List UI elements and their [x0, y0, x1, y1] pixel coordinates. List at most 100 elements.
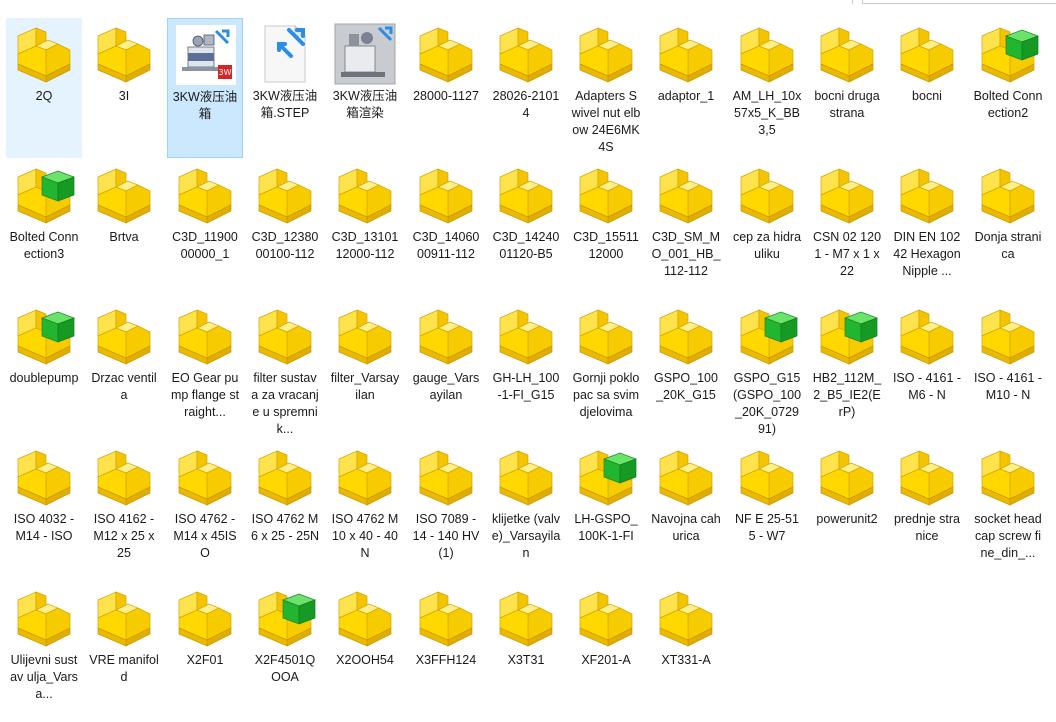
- solidworks-part-icon: [247, 300, 323, 372]
- solidworks-part-icon: [6, 582, 82, 654]
- solidworks-part-icon: [889, 18, 965, 90]
- file-item[interactable]: HB2_112M_2_B5_IE2(ErP): [809, 300, 885, 440]
- file-name-label: C3D_SM_MO_001_HB_112-112: [651, 230, 721, 278]
- file-name-label: powerunit2: [816, 512, 878, 526]
- file-item[interactable]: DIN EN 10242 Hexagon Nipple ...: [889, 159, 965, 299]
- file-item[interactable]: Ulijevni sustav ulja_Varsa...: [6, 582, 82, 722]
- solidworks-part-icon: [86, 159, 162, 231]
- solidworks-assembly-icon: [6, 300, 82, 372]
- file-item[interactable]: ISO 4762 M10 x 40 - 40N: [327, 441, 403, 581]
- file-item[interactable]: ISO 4032 - M14 - ISO: [6, 441, 82, 581]
- file-name-label: 3I: [118, 89, 130, 103]
- file-name-label: prednje stranice: [893, 512, 960, 543]
- file-item[interactable]: C3D_SM_MO_001_HB_112-112: [648, 159, 724, 299]
- file-name-label: C3D_1238000100-112: [251, 230, 319, 261]
- file-item[interactable]: Adapters Swivel nut elbow 24E6MK4S: [568, 18, 644, 158]
- file-item[interactable]: doublepump: [6, 300, 82, 440]
- file-name-label: DIN EN 10242 Hexagon Nipple ...: [893, 230, 961, 278]
- file-item[interactable]: X2OOH54: [327, 582, 403, 722]
- file-item[interactable]: C3D_1424001120-B5: [488, 159, 564, 299]
- file-item[interactable]: C3D_1310112000-112: [327, 159, 403, 299]
- file-item[interactable]: prednje stranice: [889, 441, 965, 581]
- file-name-label: XT331-A: [661, 653, 711, 667]
- solidworks-part-icon: [86, 18, 162, 90]
- file-item[interactable]: 3I: [86, 18, 162, 158]
- file-name-label: ISO - 4161 - M6 - N: [892, 371, 962, 402]
- file-item[interactable]: ISO 4762 - M14 x 45ISO: [167, 441, 243, 581]
- file-item[interactable]: ISO - 4161 - M6 - N: [889, 300, 965, 440]
- solidworks-assembly-icon: [809, 300, 885, 372]
- file-item[interactable]: 28000-1127: [408, 18, 484, 158]
- file-item[interactable]: 3KW液压油箱渲染: [327, 18, 403, 158]
- file-name-label: 3KW液压油箱.STEP: [252, 89, 318, 120]
- solidworks-part-icon: [488, 582, 564, 654]
- file-item[interactable]: ISO - 4161 - M10 - N: [970, 300, 1046, 440]
- file-name-label: GSPO_G15(GSPO_100_20K_072991): [732, 371, 802, 436]
- file-name-label: VRE manifold: [89, 653, 159, 684]
- file-item[interactable]: VRE manifold: [86, 582, 162, 722]
- file-item[interactable]: CSN 02 1201 - M7 x 1 x 22: [809, 159, 885, 299]
- file-item[interactable]: C3D_1190000000_1: [167, 159, 243, 299]
- file-name-label: C3D_1310112000-112: [331, 230, 399, 261]
- file-name-label: Ulijevni sustav ulja_Varsa...: [10, 653, 78, 701]
- file-item[interactable]: ISO 4162 - M12 x 25 x 25: [86, 441, 162, 581]
- file-item[interactable]: 2Q: [6, 18, 82, 158]
- solidworks-part-icon: [86, 441, 162, 513]
- file-item[interactable]: socket head cap screw fine_din_...: [970, 441, 1046, 581]
- file-item[interactable]: XF201-A: [568, 582, 644, 722]
- file-item[interactable]: filter_Varsayilan: [327, 300, 403, 440]
- file-item[interactable]: filter sustava za vracanje u spremnik...: [247, 300, 323, 440]
- file-item[interactable]: Bolted Connection3: [6, 159, 82, 299]
- file-item[interactable]: gauge_Varsayilan: [408, 300, 484, 440]
- file-name-label: socket head cap screw fine_din_...: [974, 512, 1042, 560]
- file-item[interactable]: X2F4501QOOA: [247, 582, 323, 722]
- file-item[interactable]: GSPO_100_20K_G15: [648, 300, 724, 440]
- file-item[interactable]: Drzac ventila: [86, 300, 162, 440]
- solidworks-part-icon: [488, 441, 564, 513]
- file-item[interactable]: Gornji poklopac sa svim djelovima: [568, 300, 644, 440]
- file-name-label: AM_LH_10x57x5_K_BB3,5: [732, 89, 802, 137]
- solidworks-part-icon: [970, 441, 1046, 513]
- file-name-label: ISO 4762 - M14 x 45ISO: [173, 512, 237, 560]
- file-item[interactable]: ISO 4762 M6 x 25 - 25N: [247, 441, 323, 581]
- file-item[interactable]: NF E 25-515 - W7: [729, 441, 805, 581]
- solidworks-part-icon: [247, 441, 323, 513]
- file-item[interactable]: C3D_1551112000: [568, 159, 644, 299]
- file-name-label: 3KW液压油箱渲染: [332, 89, 398, 120]
- solidworks-assembly-icon: [247, 582, 323, 654]
- file-item[interactable]: bocni druga strana: [809, 18, 885, 158]
- file-item[interactable]: X3FFH124: [408, 582, 484, 722]
- file-item[interactable]: 3W 3KW液压油箱: [167, 18, 243, 158]
- search-box-edge[interactable]: [862, 0, 1056, 4]
- file-item[interactable]: klijetke (valve)_Varsayilan: [488, 441, 564, 581]
- file-item[interactable]: XT331-A: [648, 582, 724, 722]
- solidworks-part-icon: [809, 18, 885, 90]
- render-thumbnail-icon: [327, 18, 403, 90]
- file-item[interactable]: GSPO_G15(GSPO_100_20K_072991): [729, 300, 805, 440]
- file-item[interactable]: EO Gear pump flange straight...: [167, 300, 243, 440]
- file-name-label: NF E 25-515 - W7: [735, 512, 799, 543]
- file-item[interactable]: Navojna cahurica: [648, 441, 724, 581]
- file-item[interactable]: 3KW液压油箱.STEP: [247, 18, 323, 158]
- file-item[interactable]: LH-GSPO_100K-1-FI: [568, 441, 644, 581]
- file-item[interactable]: cep za hidrauliku: [729, 159, 805, 299]
- file-item[interactable]: Donja stranica: [970, 159, 1046, 299]
- file-name-label: 2Q: [35, 89, 53, 103]
- file-item[interactable]: C3D_1406000911-112: [408, 159, 484, 299]
- file-item[interactable]: C3D_1238000100-112: [247, 159, 323, 299]
- solidworks-part-icon: [488, 159, 564, 231]
- file-item[interactable]: adaptor_1: [648, 18, 724, 158]
- file-item[interactable]: bocni: [889, 18, 965, 158]
- file-item[interactable]: 28026-21014: [488, 18, 564, 158]
- file-item[interactable]: GH-LH_100-1-FI_G15: [488, 300, 564, 440]
- file-item[interactable]: X3T31: [488, 582, 564, 722]
- file-item[interactable]: ISO 7089 - 14 - 140 HV(1): [408, 441, 484, 581]
- file-item[interactable]: powerunit2: [809, 441, 885, 581]
- file-name-label: filter sustava za vracanje u spremnik...: [251, 371, 319, 436]
- file-item[interactable]: Brtva: [86, 159, 162, 299]
- solidworks-assembly-icon: [970, 18, 1046, 90]
- file-name-label: ISO 7089 - 14 - 140 HV(1): [412, 512, 480, 560]
- file-item[interactable]: AM_LH_10x57x5_K_BB3,5: [729, 18, 805, 158]
- file-item[interactable]: X2F01: [167, 582, 243, 722]
- file-item[interactable]: Bolted Connection2: [970, 18, 1046, 158]
